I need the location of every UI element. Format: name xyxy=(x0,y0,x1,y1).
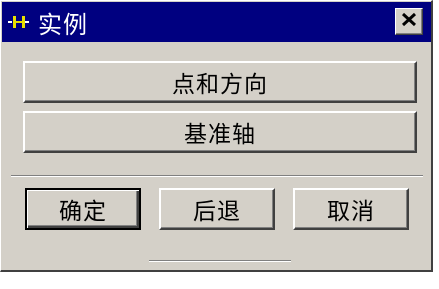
separator xyxy=(11,175,423,177)
cancel-button[interactable]: 取消 xyxy=(293,188,409,230)
title-bar[interactable]: 实例 xyxy=(2,2,431,42)
point-and-direction-button[interactable]: 点和方向 xyxy=(23,61,417,103)
resize-grip[interactable] xyxy=(149,260,291,262)
ok-button[interactable]: 确定 xyxy=(25,188,141,230)
back-button[interactable]: 后退 xyxy=(159,188,275,230)
window-title: 实例 xyxy=(38,10,88,39)
close-button[interactable] xyxy=(395,8,423,35)
dialog-window: 实例 点和方向 基准轴 确定 后退 取消 xyxy=(0,0,433,272)
close-icon xyxy=(401,12,417,31)
datum-axis-button[interactable]: 基准轴 xyxy=(23,111,417,153)
ug-app-icon xyxy=(2,2,36,42)
